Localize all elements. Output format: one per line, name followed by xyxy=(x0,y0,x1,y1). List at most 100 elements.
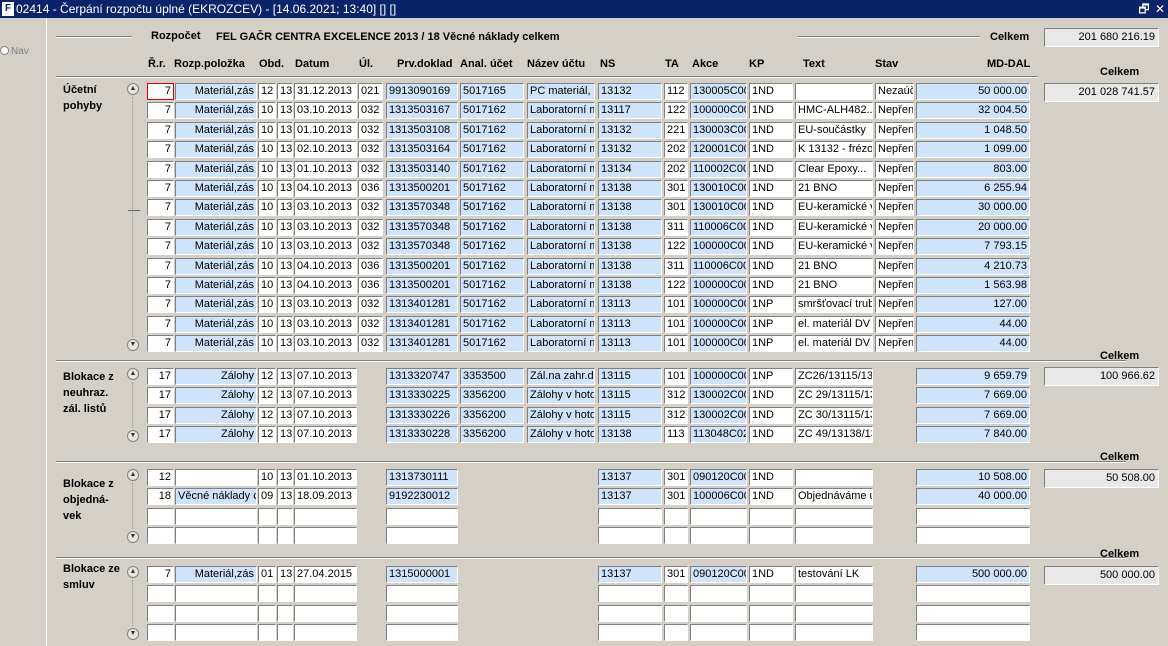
cell-prv[interactable]: 1313330226 xyxy=(386,407,458,424)
cell-text[interactable]: el. materiál DV 8 xyxy=(795,316,873,333)
cell-prv[interactable]: 1313401281 xyxy=(386,335,458,352)
cell-md[interactable]: 9 659.79 xyxy=(916,368,1030,385)
cell-datum[interactable]: 01.10.2013 xyxy=(294,122,357,139)
cell-obd[interactable]: 12 xyxy=(258,83,276,100)
cell-ta[interactable] xyxy=(664,624,688,641)
cell-ns[interactable]: 13138 xyxy=(598,219,662,236)
cell-kp[interactable]: 1ND xyxy=(749,238,793,255)
cell-text[interactable]: EU-součástky xyxy=(795,122,873,139)
cell-rr[interactable]: 17 xyxy=(147,387,174,404)
cell-akce[interactable]: 090120C00 xyxy=(690,469,747,486)
cell-anal[interactable]: 5017162 xyxy=(460,199,524,216)
cell-rr[interactable]: 7 xyxy=(147,238,174,255)
cell-rr[interactable] xyxy=(147,624,174,641)
cell-rozp[interactable]: Materiál,zás xyxy=(175,335,257,352)
cell-datum[interactable]: 04.10.2013 xyxy=(294,258,357,275)
cell-md[interactable] xyxy=(916,508,1030,525)
cell-text[interactable] xyxy=(795,508,873,525)
cell-md[interactable]: 500 000.00 xyxy=(916,566,1030,583)
cell-kp[interactable] xyxy=(749,508,793,525)
cell-akce[interactable]: 100000C00 xyxy=(690,102,747,119)
cell-stav[interactable]: Nepřen xyxy=(875,199,914,216)
cell-ta[interactable]: 311 xyxy=(664,258,688,275)
cell-rr[interactable]: 18 xyxy=(147,488,174,505)
cell-ta[interactable]: 113 xyxy=(664,426,688,443)
cell-ns[interactable] xyxy=(598,527,662,544)
cell-md[interactable]: 40 000.00 xyxy=(916,488,1030,505)
cell-kp[interactable]: 1ND xyxy=(749,83,793,100)
scroll-up-icon[interactable]: ▲ xyxy=(127,469,139,481)
cell-datum[interactable]: 01.10.2013 xyxy=(294,469,357,486)
cell-akce[interactable] xyxy=(690,624,747,641)
cell-rok[interactable]: 13 xyxy=(277,316,293,333)
cell-ns[interactable]: 13132 xyxy=(598,83,662,100)
cell-datum[interactable]: 27.04.2015 xyxy=(294,566,357,583)
cell-rok[interactable]: 13 xyxy=(277,566,293,583)
cell-nazev[interactable]: Laboratorní m xyxy=(527,219,595,236)
cell-prv[interactable]: 1313570348 xyxy=(386,238,458,255)
cell-rr[interactable]: 7 xyxy=(147,566,174,583)
cell-text[interactable]: 21 BNO xyxy=(795,258,873,275)
cell-md[interactable]: 6 255.94 xyxy=(916,180,1030,197)
cell-ul[interactable]: 032 xyxy=(358,199,383,216)
cell-text[interactable]: ZC 29/13115/13 xyxy=(795,387,873,404)
cell-obd[interactable] xyxy=(258,527,276,544)
cell-obd[interactable]: 10 xyxy=(258,258,276,275)
cell-ns[interactable]: 13134 xyxy=(598,161,662,178)
cell-ul[interactable]: 032 xyxy=(358,238,383,255)
cell-nazev[interactable]: PC materiál, k xyxy=(527,83,595,100)
cell-kp[interactable] xyxy=(749,605,793,622)
cell-rok[interactable]: 13 xyxy=(277,426,293,443)
cell-ns[interactable]: 13138 xyxy=(598,258,662,275)
cell-rok[interactable]: 13 xyxy=(277,368,293,385)
restore-icon[interactable]: 🗗 xyxy=(1137,0,1151,18)
cell-obd[interactable]: 10 xyxy=(258,199,276,216)
cell-rozp[interactable]: Materiál,zás xyxy=(175,316,257,333)
cell-anal[interactable]: 5017162 xyxy=(460,258,524,275)
cell-md[interactable]: 1 099.00 xyxy=(916,141,1030,158)
cell-akce[interactable]: 100000C00 xyxy=(690,316,747,333)
cell-md[interactable] xyxy=(916,624,1030,641)
cell-rok[interactable]: 13 xyxy=(277,469,293,486)
cell-akce[interactable]: 130003C00 xyxy=(690,122,747,139)
scroll-track[interactable] xyxy=(132,382,134,429)
cell-prv[interactable]: 1313503167 xyxy=(386,102,458,119)
cell-datum[interactable]: 07.10.2013 xyxy=(294,387,357,404)
cell-rr[interactable]: 7 xyxy=(147,296,174,313)
cell-md[interactable]: 10 508.00 xyxy=(916,469,1030,486)
cell-ta[interactable] xyxy=(664,605,688,622)
cell-kp[interactable]: 1ND xyxy=(749,387,793,404)
cell-obd[interactable]: 10 xyxy=(258,102,276,119)
cell-rr[interactable]: 7 xyxy=(147,141,174,158)
cell-kp[interactable]: 1ND xyxy=(749,122,793,139)
cell-obd[interactable]: 10 xyxy=(258,277,276,294)
cell-prv[interactable]: 1313500201 xyxy=(386,277,458,294)
cell-ns[interactable] xyxy=(598,624,662,641)
cell-ta[interactable]: 122 xyxy=(664,102,688,119)
cell-nazev[interactable]: Zálohy v hoto xyxy=(527,407,595,424)
cell-prv[interactable]: 1313500201 xyxy=(386,258,458,275)
cell-prv[interactable]: 1315000001 xyxy=(386,566,458,583)
cell-md[interactable] xyxy=(916,585,1030,602)
radio-icon[interactable] xyxy=(0,46,9,55)
cell-ta[interactable]: 221 xyxy=(664,122,688,139)
cell-text[interactable] xyxy=(795,83,873,100)
cell-prv[interactable] xyxy=(386,585,458,602)
cell-rok[interactable]: 13 xyxy=(277,161,293,178)
cell-nazev[interactable]: Laboratorní m xyxy=(527,335,595,352)
cell-rozp[interactable]: Zálohy xyxy=(175,426,257,443)
scroll-track[interactable] xyxy=(132,580,134,627)
cell-ns[interactable] xyxy=(598,585,662,602)
cell-obd[interactable]: 10 xyxy=(258,161,276,178)
cell-text[interactable]: ZC 49/13138/13 xyxy=(795,426,873,443)
cell-rozp[interactable] xyxy=(175,508,257,525)
cell-datum[interactable] xyxy=(294,585,357,602)
cell-rok[interactable]: 13 xyxy=(277,258,293,275)
cell-ns[interactable]: 13117 xyxy=(598,102,662,119)
cell-rr[interactable] xyxy=(147,585,174,602)
cell-prv[interactable] xyxy=(386,605,458,622)
cell-ns[interactable]: 13138 xyxy=(598,426,662,443)
cell-ta[interactable] xyxy=(664,508,688,525)
cell-nazev[interactable]: Zálohy v hoto xyxy=(527,426,595,443)
cell-obd[interactable]: 12 xyxy=(258,368,276,385)
